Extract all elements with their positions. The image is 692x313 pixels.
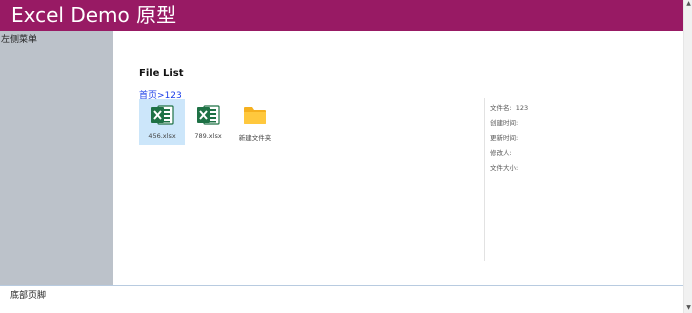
page-footer: 底部页脚 [0,285,683,312]
prop-file-size: 文件大小: [490,164,528,179]
prop-modifier: 修改人: [490,149,528,164]
prop-label: 文件名: [490,104,512,112]
excel-icon [197,105,220,125]
prop-updated-time: 更新时间: [490,134,528,149]
app-title: Excel Demo 原型 [11,3,177,27]
scroll-up-icon[interactable]: ▲ [685,0,692,8]
app-window: Excel Demo 原型 左侧菜单 File List 首页>123 456.… [0,0,692,313]
prop-file-name: 文件名: 123 [490,104,528,119]
folder-icon [244,107,266,124]
folder-item-new[interactable]: 新建文件夹 [232,99,278,145]
prop-label: 修改人: [490,149,512,157]
prop-label: 文件大小: [490,164,519,172]
folder-name: 新建文件夹 [238,134,272,142]
sidebar-menu-label[interactable]: 左侧菜单 [1,32,37,45]
main-content: File List 首页>123 456.xlsx 789.xlsx 新建文件夹… [113,31,683,285]
properties-panel: 文件名: 123 创建时间: 更新时间: 修改人: 文件大小: [490,104,528,179]
prop-created-time: 创建时间: [490,119,528,134]
scroll-down-icon[interactable]: ▼ [685,304,692,312]
prop-label: 更新时间: [490,134,519,142]
vertical-scrollbar[interactable]: ▲ ▼ [683,0,692,313]
panel-divider [484,98,485,261]
page-title: File List [139,68,184,79]
excel-icon [151,105,174,125]
app-header: Excel Demo 原型 [0,0,683,31]
footer-label: 底部页脚 [10,291,47,301]
prop-label: 创建时间: [490,119,519,127]
file-item-789[interactable]: 789.xlsx [185,99,231,145]
prop-value: 123 [515,104,529,112]
sidebar: 左侧菜单 [0,31,113,285]
